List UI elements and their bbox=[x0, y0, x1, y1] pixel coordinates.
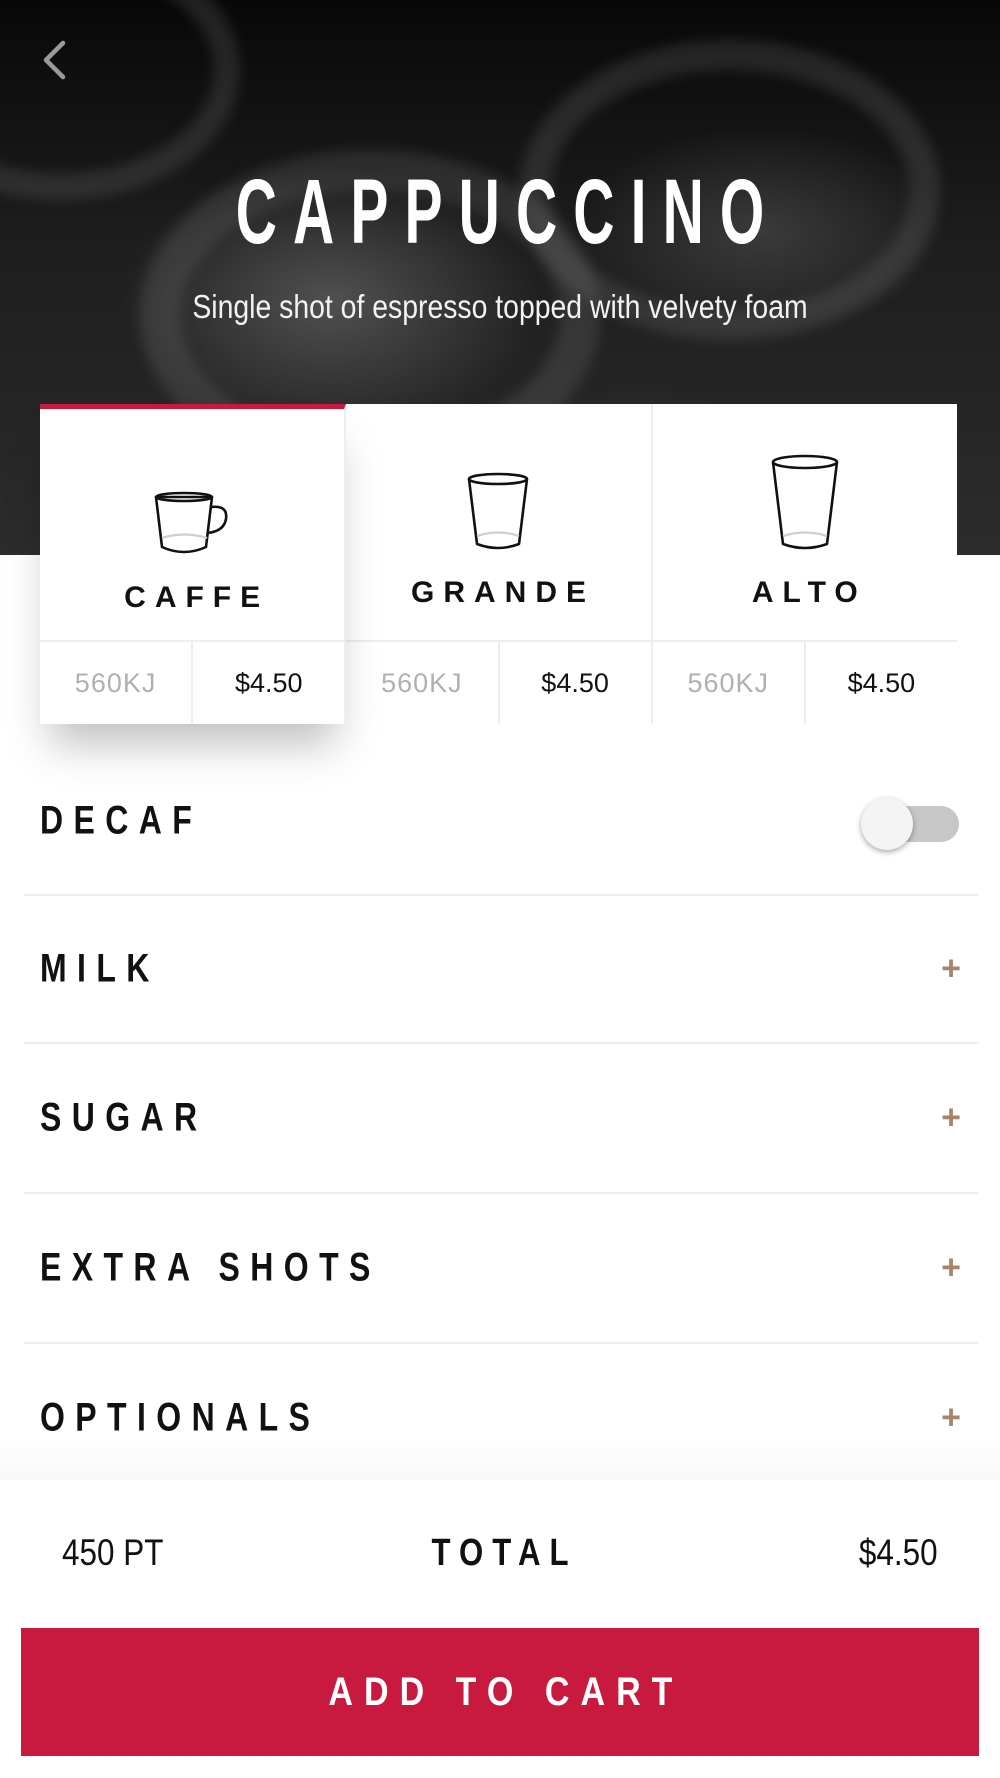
cup-small-icon bbox=[154, 491, 228, 554]
cup-medium-icon bbox=[468, 472, 529, 550]
option-extra-shots[interactable]: EXTRA SHOTS + bbox=[24, 1194, 979, 1344]
size-label: GRANDE bbox=[410, 576, 595, 609]
size-energy: 560KJ bbox=[40, 642, 194, 724]
option-milk[interactable]: MILK + bbox=[24, 896, 979, 1044]
size-price: $4.50 bbox=[234, 667, 303, 698]
size-option-alto[interactable]: ALTO 560KJ $4.50 bbox=[652, 404, 957, 724]
option-label: MILK bbox=[40, 946, 160, 991]
option-label: EXTRA SHOTS bbox=[40, 1245, 381, 1290]
option-decaf: DECAF bbox=[24, 748, 979, 896]
decaf-toggle[interactable] bbox=[861, 798, 961, 850]
add-to-cart-button[interactable]: ADD TO CART bbox=[21, 1628, 979, 1756]
size-info: 560KJ $4.50 bbox=[40, 640, 345, 724]
size-energy: 560KJ bbox=[346, 642, 500, 724]
chevron-left-icon bbox=[43, 40, 66, 80]
add-to-cart-label: ADD TO CART bbox=[327, 1669, 684, 1714]
plus-icon[interactable]: + bbox=[941, 950, 961, 989]
plus-icon[interactable]: + bbox=[941, 1399, 961, 1438]
toggle-knob bbox=[861, 798, 913, 850]
size-energy: 560KJ bbox=[653, 642, 806, 724]
option-label: DECAF bbox=[40, 798, 203, 843]
footer-fade bbox=[0, 1440, 1000, 1480]
size-option-grande[interactable]: GRANDE 560KJ $4.50 bbox=[346, 404, 653, 724]
size-label: CAFFE bbox=[124, 581, 270, 614]
option-sugar[interactable]: SUGAR + bbox=[24, 1044, 979, 1194]
size-selector: CAFFE 560KJ $4.50 GRANDE 560KJ $4.50 ALT… bbox=[40, 404, 957, 724]
product-subtitle: Single shot of espresso topped with velv… bbox=[192, 288, 808, 325]
size-price: $4.50 bbox=[847, 667, 916, 698]
size-option-caffe[interactable]: CAFFE 560KJ $4.50 bbox=[40, 404, 347, 724]
size-price: $4.50 bbox=[541, 667, 609, 698]
plus-icon[interactable]: + bbox=[941, 1099, 961, 1138]
size-info: 560KJ $4.50 bbox=[652, 640, 957, 724]
cup-large-icon bbox=[771, 454, 839, 550]
option-label: SUGAR bbox=[40, 1095, 208, 1140]
product-title: CAPPUCCINO bbox=[235, 161, 781, 263]
back-button[interactable] bbox=[34, 36, 74, 84]
size-info: 560KJ $4.50 bbox=[346, 640, 651, 724]
option-label: OPTIONALS bbox=[40, 1395, 321, 1440]
total-value: $4.50 bbox=[859, 1532, 938, 1573]
plus-icon[interactable]: + bbox=[941, 1249, 961, 1288]
total-label: TOTAL bbox=[431, 1532, 578, 1574]
size-label: ALTO bbox=[751, 576, 867, 609]
order-footer: 450 PT TOTAL $4.50 ADD TO CART bbox=[0, 1440, 1000, 1778]
